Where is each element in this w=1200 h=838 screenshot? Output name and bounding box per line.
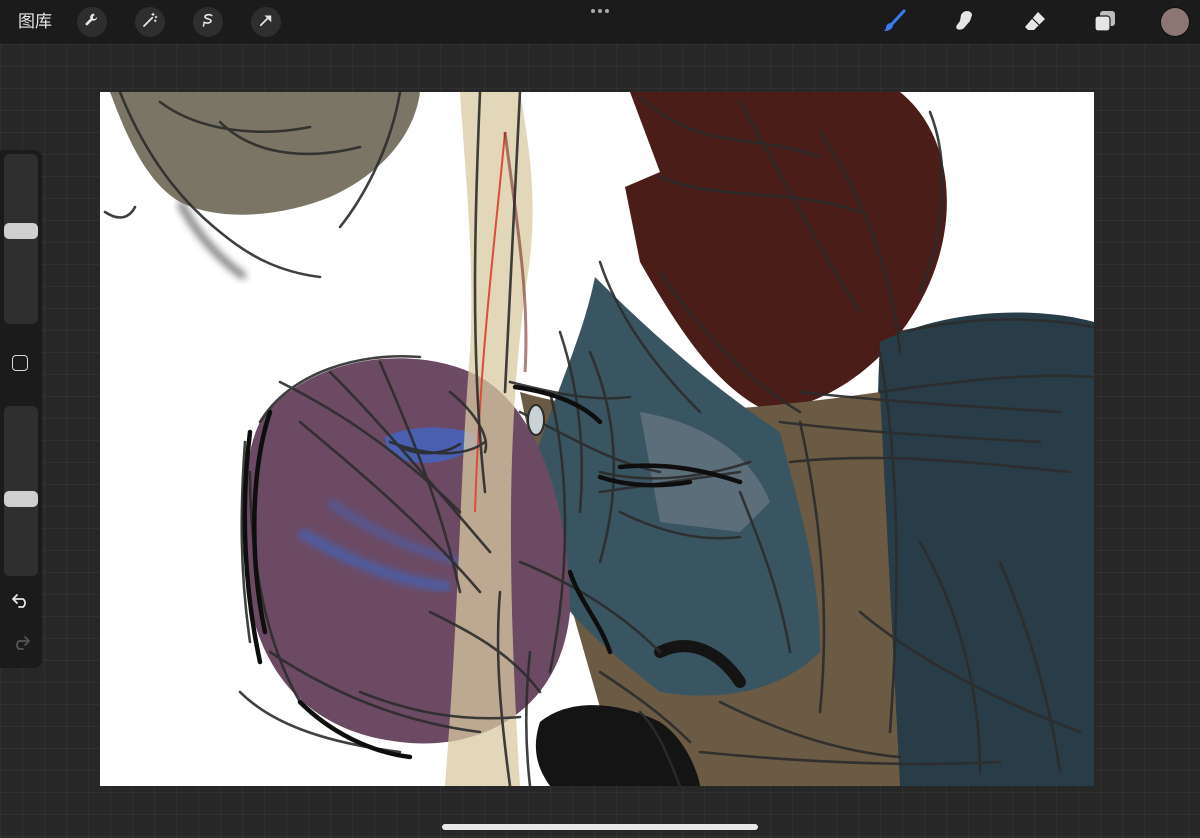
selection-icon (199, 11, 217, 33)
artwork (103, 92, 1094, 786)
brush-size-slider[interactable] (4, 154, 38, 324)
home-indicator[interactable] (442, 824, 758, 830)
wrench-icon (83, 11, 101, 33)
opacity-thumb[interactable] (4, 491, 38, 507)
eraser-tool-button[interactable] (1019, 7, 1051, 39)
smudge-tool-button[interactable] (948, 7, 980, 39)
layers-button[interactable] (1089, 7, 1121, 39)
drawing-canvas[interactable] (100, 92, 1094, 786)
layers-icon (1092, 8, 1118, 38)
redo-icon (11, 632, 31, 656)
gallery-button[interactable]: 图库 (18, 11, 52, 33)
top-toolbar: 图库 (0, 0, 1200, 44)
selection-button[interactable] (193, 7, 223, 37)
adjustments-button[interactable] (135, 7, 165, 37)
paint-tool-button[interactable] (879, 7, 911, 39)
redo-button[interactable] (9, 632, 33, 656)
procreate-app: 图库 (0, 0, 1200, 838)
sidebar (0, 150, 42, 668)
transform-button[interactable] (251, 7, 281, 37)
smudge-icon (951, 8, 977, 38)
magic-wand-icon (141, 11, 159, 33)
brush-size-thumb[interactable] (4, 223, 38, 239)
more-options-handle[interactable] (589, 6, 611, 16)
eraser-icon (1022, 8, 1048, 38)
undo-icon (11, 590, 31, 614)
arrow-cursor-icon (257, 11, 275, 33)
opacity-slider[interactable] (4, 406, 38, 576)
actions-button[interactable] (77, 7, 107, 37)
brush-icon (882, 8, 908, 38)
modify-button[interactable] (12, 355, 28, 371)
undo-button[interactable] (9, 590, 33, 614)
color-picker-button[interactable] (1161, 8, 1189, 36)
